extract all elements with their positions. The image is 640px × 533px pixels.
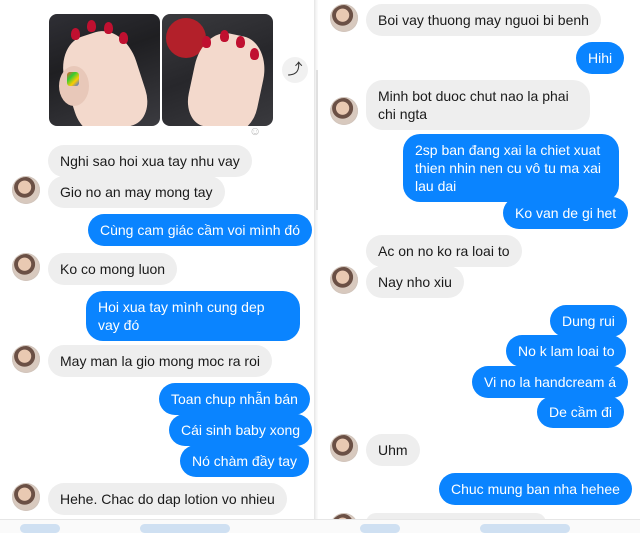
contact-avatar[interactable] [330,97,358,125]
contact-avatar[interactable] [12,176,40,204]
message-bubble-incoming: Minh bot duoc chut nao la phai chi ngta [366,80,590,130]
message-bubble-incoming: Ko co mong luon [48,253,178,285]
shared-photo-1[interactable] [49,14,160,126]
message-bubble-outgoing: Vi no la handcream á [472,366,629,398]
message-bubble-outgoing: Toan chup nhẫn bán [159,383,310,415]
message-bubble-incoming: Nay nho xiu [366,266,464,298]
contact-avatar[interactable] [330,434,358,462]
add-reaction-icon[interactable]: ☺ [249,124,265,138]
message-bubble-incoming: Uhm [366,434,420,466]
message-bubble-incoming: Boi vay thuong may nguoi bi benh [366,4,601,36]
bottom-toolbar [0,519,640,533]
message-bubble-outgoing: 2sp ban đang xai la chiet xuat thien nhi… [403,134,619,202]
message-bubble-outgoing: Hihi [576,42,625,74]
contact-avatar[interactable] [330,4,358,32]
right-chat-panel: Boi vay thuong may nguoi bi benh Hihi Mi… [318,0,640,533]
contact-avatar[interactable] [12,345,40,373]
message-bubble-incoming: Hehe. Chac do dap lotion vo nhieu [48,483,287,515]
message-bubble-outgoing: Hoi xua tay mình cung dep vay đó [86,291,300,341]
message-bubble-outgoing: Cùng cam giác cầm voi mình đó [88,214,312,246]
message-bubble-outgoing: No k lam loai to [506,335,627,367]
message-bubble-outgoing: Nó chàm đầy tay [180,445,310,477]
message-bubble-outgoing: De cầm đi [537,396,625,428]
contact-avatar[interactable] [12,483,40,511]
contact-avatar[interactable] [12,253,40,281]
message-bubble-incoming: Ac on no ko ra loai to [366,235,522,267]
message-bubble-outgoing: Chuc mung ban nha hehee [439,473,632,505]
message-bubble-incoming: May man la gio mong moc ra roi [48,345,272,377]
message-bubble-outgoing: Ko van de gi het [503,197,629,229]
message-bubble-outgoing: Dung rui [550,305,627,337]
message-bubble-outgoing: Cái sinh baby xong [169,414,313,446]
shared-photo-2[interactable] [162,14,273,126]
message-bubble-incoming: Nghi sao hoi xua tay nhu vay [48,145,252,177]
left-chat-panel: ⤴ ☺ Nghi sao hoi xua tay nhu vay Gio no … [0,0,316,533]
message-bubble-incoming: Gio no an may mong tay [48,176,225,208]
share-icon[interactable]: ⤴ [282,57,308,83]
contact-avatar[interactable] [330,266,358,294]
